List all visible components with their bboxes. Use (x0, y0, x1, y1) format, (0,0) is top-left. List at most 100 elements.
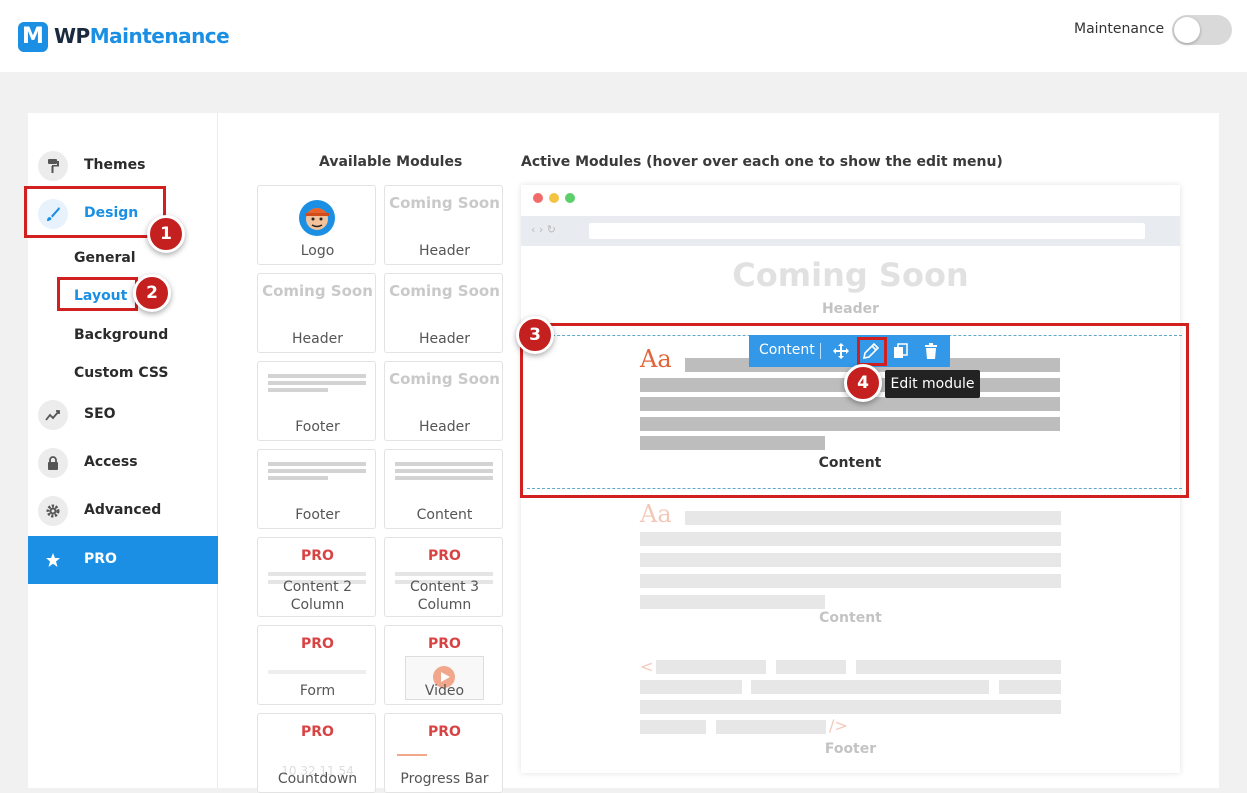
module-tile-label: Progress Bar (400, 771, 489, 787)
window-close-dot (533, 193, 543, 203)
module-tile-label: Header (292, 331, 343, 347)
app-logo: WPMaintenance (54, 24, 230, 48)
module-tile-footer[interactable]: Footer (257, 361, 376, 441)
placeholder-line (268, 469, 366, 473)
sidebar-item-pro[interactable]: PRO (28, 536, 218, 584)
progress-preview (397, 754, 427, 756)
content-aa-glyph: Aa (640, 500, 672, 528)
annotation-box-edit-button (857, 337, 887, 366)
pro-tag: PRO (428, 724, 461, 740)
pro-tag: PRO (428, 548, 461, 564)
star-icon (38, 545, 68, 575)
placeholder-line (395, 462, 493, 466)
content-module-label: Content (819, 610, 882, 626)
module-tile-header[interactable]: Coming Soon Header (384, 361, 503, 441)
sidebar-item-advanced[interactable]: Advanced (28, 487, 218, 535)
pro-tag: PRO (301, 548, 334, 564)
sidebar-item-label: Advanced (84, 502, 162, 518)
module-tile-countdown[interactable]: PRO 10 32 11 54 Countdown (257, 713, 376, 793)
module-tile-label: Video (424, 683, 465, 699)
module-tile-label: Countdown (277, 771, 358, 787)
text-placeholder-bar (640, 532, 1061, 546)
footer-module-label: Footer (824, 741, 877, 757)
module-tile-label: Content 2 Column (282, 579, 353, 613)
pro-tag: PRO (301, 636, 334, 652)
text-placeholder-bar (640, 574, 1061, 588)
annotation-box-design (24, 186, 166, 238)
module-tile-header[interactable]: Coming Soon Header (384, 273, 503, 353)
text-placeholder-bar (751, 680, 989, 694)
module-tile-label: Content (416, 507, 473, 523)
module-tile-footer[interactable]: Footer (257, 449, 376, 529)
module-tile-label: Header (419, 331, 470, 347)
lock-icon (38, 448, 68, 478)
module-tile-label: Content 3 Column (409, 579, 480, 613)
module-tile-label: Footer (295, 507, 340, 523)
coming-soon-preview: Coming Soon (262, 282, 373, 300)
text-placeholder-bar (856, 660, 1061, 674)
text-placeholder-bar (640, 720, 706, 734)
placeholder-line (395, 469, 493, 473)
annotation-badge-4: 4 (844, 364, 882, 402)
text-placeholder-bar (656, 660, 766, 674)
pro-tag: PRO (301, 724, 334, 740)
sidebar-item-label: Themes (84, 157, 146, 173)
header-module-label: Header (821, 301, 880, 317)
module-tile-form[interactable]: PRO Form (257, 625, 376, 705)
maintenance-toggle[interactable] (1172, 15, 1232, 45)
module-tile-content-3-column[interactable]: PRO Content 3 Column (384, 537, 503, 617)
annotation-box-layout (57, 277, 138, 311)
header-coming-soon-text: Coming Soon (732, 256, 969, 294)
logo-wp-text: WP (54, 24, 90, 48)
module-tile-label: Form (299, 683, 336, 699)
design-subitem-general[interactable]: General (74, 250, 136, 266)
placeholder-line (268, 381, 366, 385)
browser-address-bar: ‹ › ↻ (521, 216, 1180, 246)
text-placeholder-bar (776, 660, 846, 674)
top-bar: M WPMaintenance Maintenance (0, 0, 1247, 72)
module-tile-label: Header (419, 243, 470, 259)
design-subitem-background[interactable]: Background (74, 327, 168, 343)
logo-maintenance-text: Maintenance (89, 24, 230, 48)
annotation-badge-2: 2 (133, 274, 171, 312)
paint-roller-icon (38, 151, 68, 181)
text-placeholder-bar (640, 700, 1061, 714)
module-tile-label: Logo (300, 243, 335, 259)
placeholder-line (395, 476, 493, 480)
placeholder-line (268, 462, 366, 466)
module-tile-content-2-column[interactable]: PRO Content 2 Column (257, 537, 376, 617)
footer-code-close: /> (829, 716, 848, 735)
module-tile-logo[interactable]: Logo (257, 185, 376, 265)
text-placeholder-bar (999, 680, 1061, 694)
annotation-badge-3: 3 (516, 316, 554, 354)
window-minimize-dot (549, 193, 559, 203)
coming-soon-preview: Coming Soon (389, 370, 500, 388)
module-tile-header[interactable]: Coming Soon Header (384, 185, 503, 265)
module-tile-progress-bar[interactable]: PRO Progress Bar (384, 713, 503, 793)
sidebar-item-seo[interactable]: SEO (28, 391, 218, 439)
chart-line-icon (38, 400, 68, 430)
logo-mascot-icon (299, 200, 335, 236)
annotation-badge-1: 1 (147, 215, 185, 253)
coming-soon-preview: Coming Soon (389, 194, 500, 212)
footer-code-open: < (640, 657, 654, 676)
module-tile-content[interactable]: Content (384, 449, 503, 529)
nav-arrows-icon: ‹ › ↻ (531, 223, 557, 236)
placeholder-line (268, 572, 366, 576)
active-modules-title: Active Modules (hover over each one to s… (521, 154, 1003, 170)
coming-soon-preview: Coming Soon (389, 282, 500, 300)
sidebar-item-themes[interactable]: Themes (28, 142, 218, 190)
module-tile-label: Header (419, 419, 470, 435)
sidebar-item-access[interactable]: Access (28, 439, 218, 487)
placeholder-line (268, 476, 328, 480)
text-placeholder-bar (640, 553, 1061, 567)
sidebar-item-label: PRO (84, 551, 117, 567)
design-subitem-custom-css[interactable]: Custom CSS (74, 365, 168, 381)
module-tile-video[interactable]: PRO Video (384, 625, 503, 705)
address-field (589, 223, 1145, 239)
window-maximize-dot (565, 193, 575, 203)
logo-icon: M (18, 22, 48, 52)
placeholder-line (268, 374, 366, 378)
module-tile-header[interactable]: Coming Soon Header (257, 273, 376, 353)
placeholder-line (268, 388, 328, 392)
